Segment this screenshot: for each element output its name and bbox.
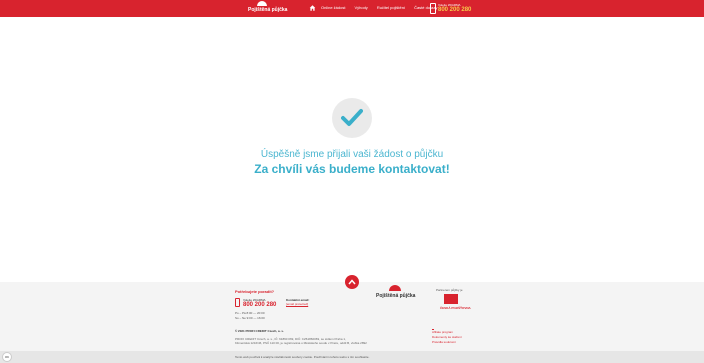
footer-mail-link[interactable]: [email protected] [286,302,308,306]
footer-hours-weekend: So – Ne 9:00 — 16:00 [235,316,265,320]
contact-message: Za chvíli vás budeme kontaktovat! [254,162,450,176]
nav-rucitel[interactable]: Ručitel pojištění [377,5,405,10]
footer-logo: Pojištěná půjčka [376,285,416,303]
cookie-bar: Tento web používá k analýze návštěvnosti… [0,351,704,363]
nav-vyhody[interactable]: Výhody [354,5,367,10]
footer-call-number[interactable]: 800 200 280 [243,302,276,308]
partner-logo [444,294,458,304]
logo-text: Pojištěná půjčka [248,7,288,13]
partner-label: Partnerem půjčky je [436,288,463,292]
partner-name: ČESKÁ POJIŠŤOVNA [440,306,471,310]
cookie-text: Tento web používá k analýze návštěvnosti… [235,355,370,359]
link-afiliate[interactable]: Afiliate program [432,330,462,334]
umbrella-icon [257,1,267,6]
nav-online-zadost[interactable]: Online žádost [321,5,345,10]
chevron-up-icon [348,279,356,285]
copyright: © 2021 PROFI CREDIT Czech, a. s. [235,329,284,333]
link-pravidla[interactable]: Pravidla soukromí [432,340,462,344]
scroll-top-button[interactable] [345,275,359,289]
header-bar: Pojištěná půjčka Online žádost Výhody Ru… [0,0,704,17]
main-nav: Online žádost Výhody Ručitel pojištění Č… [321,5,437,10]
checkmark-icon [341,109,363,126]
footer-hours-weekday: Po – Pá 8:00 — 20:00 [235,311,265,315]
header-call-number[interactable]: 800 200 280 [438,7,471,13]
success-check [332,98,372,138]
umbrella-icon [389,285,401,291]
link-dokumenty[interactable]: Dokumenty ke stažení [432,335,462,339]
company-address-2: Klimentská 1216/46, PSČ 110 00, je regis… [235,341,367,345]
footer-links: Afiliate program Dokumenty ke stažení Pr… [432,330,462,345]
footer-logo-text: Pojištěná půjčka [376,293,416,299]
phone-icon [235,298,240,307]
footer-help-title: Potřebujete poradit? [235,289,275,294]
site-logo[interactable]: Pojištěná půjčka [248,1,287,16]
home-icon[interactable] [309,4,316,12]
phone-icon [430,3,436,14]
cookie-ok-button[interactable]: OK [2,352,12,362]
success-message: Úspěšně jsme přijali vaši žádost o půjčk… [260,149,444,160]
